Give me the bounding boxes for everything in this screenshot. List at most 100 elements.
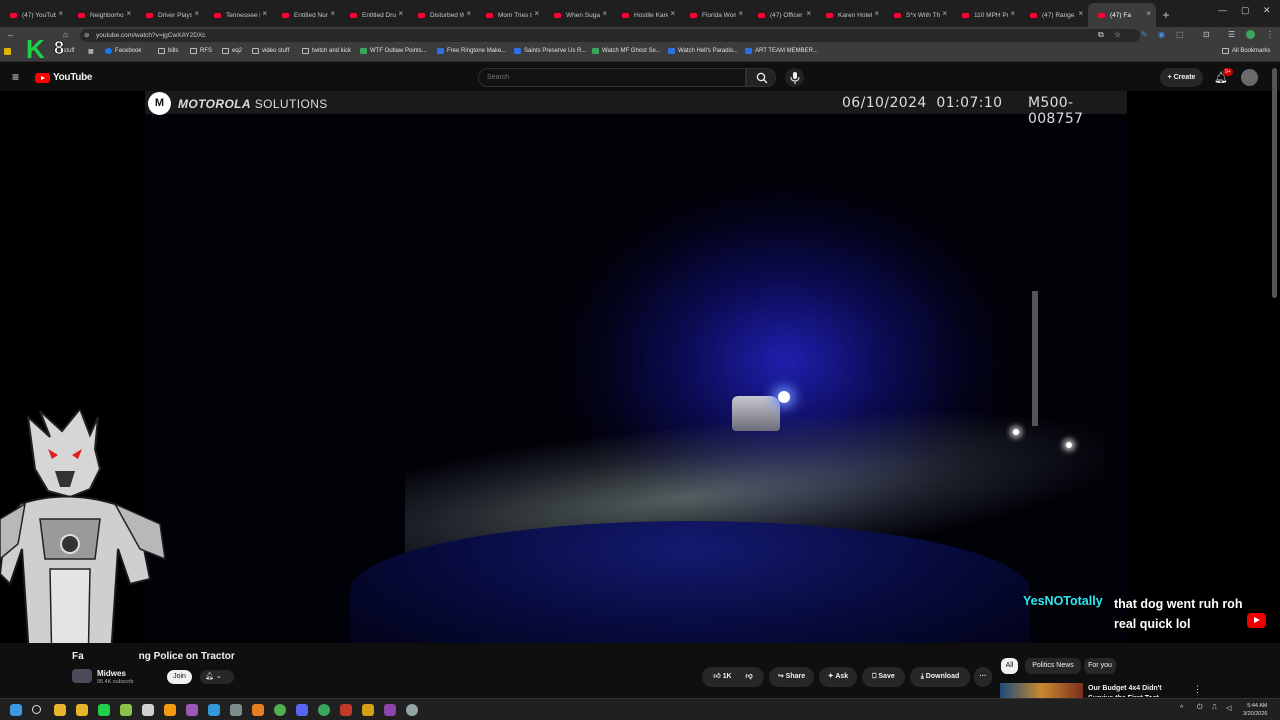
tab-close-icon[interactable]: × <box>806 9 811 18</box>
tab-close-icon[interactable]: × <box>942 9 947 18</box>
folder-icon[interactable] <box>4 48 11 55</box>
tab-close-icon[interactable]: × <box>58 9 63 18</box>
recommendation-menu-icon[interactable]: ⋮ <box>1193 684 1202 695</box>
recommendation-title[interactable]: Our Budget 4x4 Didn't Survive the First … <box>1088 684 1188 697</box>
tab-close-icon[interactable]: × <box>398 9 403 18</box>
browser-tab[interactable]: When Sugar × <box>544 3 612 27</box>
extension-icon[interactable]: ◉ <box>1158 30 1165 39</box>
filter-chip[interactable]: All <box>1001 658 1018 674</box>
discord-icon[interactable] <box>296 704 308 716</box>
browser-tab[interactable]: Disturbed W × <box>408 3 476 27</box>
search-button[interactable] <box>746 68 776 87</box>
video-player[interactable]: M MOTOROLA SOLUTIONS 06/10/2024 01:07:10… <box>0 91 1280 643</box>
bookmark-item[interactable]: Free Ringtone Make... <box>437 48 506 54</box>
tab-close-icon[interactable]: × <box>1146 9 1151 18</box>
app-icon[interactable] <box>186 704 198 716</box>
tray-chevron-icon[interactable]: ^ <box>1180 705 1183 712</box>
page-scrollbar[interactable] <box>1272 68 1277 298</box>
address-bar[interactable]: ⊜ youtube.com/watch?v=jgCwXAY2DXc <box>80 29 1140 42</box>
site-info-icon[interactable]: ⊜ <box>84 29 89 42</box>
minimize-icon[interactable]: — <box>1218 5 1227 15</box>
hamburger-menu-icon[interactable]: ≡ <box>12 70 19 84</box>
recommendation-thumbnail[interactable] <box>1000 683 1083 698</box>
browser-tab[interactable]: (47) Fa × <box>1088 3 1156 27</box>
new-tab-button[interactable]: + <box>1156 3 1176 27</box>
apps-grid-icon[interactable]: ▦ <box>88 48 94 55</box>
tab-close-icon[interactable]: × <box>330 9 335 18</box>
all-bookmarks[interactable]: All Bookmarks <box>1222 48 1270 54</box>
tray-icon[interactable]: ⏻ <box>1197 704 1203 712</box>
subscription-bell-button[interactable]: 🔔︎ ⌄ <box>200 670 234 684</box>
browser-tab[interactable]: Karen Hotel × <box>816 3 884 27</box>
sidepanel-icon[interactable]: ☰ <box>1228 30 1235 39</box>
system-clock[interactable]: 5:44 AM 3/20/2026 <box>1243 702 1267 718</box>
tab-close-icon[interactable]: × <box>126 9 131 18</box>
bookmark-item[interactable]: eq2 <box>222 48 242 54</box>
app-icon[interactable] <box>164 704 176 716</box>
maximize-icon[interactable]: ▢ <box>1241 5 1250 16</box>
tab-close-icon[interactable]: × <box>602 9 607 18</box>
back-icon[interactable]: ← <box>7 30 15 39</box>
browser-menu-icon[interactable]: ⋮ <box>1266 30 1274 39</box>
dislike-button[interactable]: 👎︎ <box>746 673 753 680</box>
share-button[interactable]: ↪ Share <box>769 667 814 687</box>
file-explorer-icon[interactable] <box>54 704 66 716</box>
bookmark-item[interactable]: Watch MF Ghost Se... <box>592 48 661 54</box>
voice-search-button[interactable] <box>785 68 804 87</box>
youtube-logo[interactable]: YouTube <box>35 72 93 83</box>
settings-icon[interactable] <box>406 704 418 716</box>
tab-close-icon[interactable]: × <box>262 9 267 18</box>
extension-icon[interactable]: ✎ <box>1141 30 1148 39</box>
browser-tab[interactable]: Mom Tries t × <box>476 3 544 27</box>
install-icon[interactable]: ⧉ <box>1098 30 1104 40</box>
channel-avatar[interactable] <box>72 669 92 683</box>
firefox-icon[interactable] <box>252 704 264 716</box>
filter-chip[interactable]: Politics News <box>1025 658 1081 674</box>
browser-tab[interactable]: (47) Officer × <box>748 3 816 27</box>
star-icon[interactable]: ☆ <box>1114 30 1121 39</box>
tab-close-icon[interactable]: × <box>738 9 743 18</box>
tab-close-icon[interactable]: × <box>874 9 879 18</box>
filter-chip[interactable]: For you <box>1084 658 1116 674</box>
app-icon[interactable] <box>98 704 110 716</box>
browser-tab[interactable]: S*x With Th × <box>884 3 952 27</box>
bookmark-item[interactable]: ART TEAM MEMBER... <box>745 48 818 54</box>
bookmark-item[interactable]: RFS <box>190 48 212 54</box>
tab-close-icon[interactable]: × <box>534 9 539 18</box>
app-icon[interactable] <box>318 704 330 716</box>
ask-button[interactable]: ✦ Ask <box>819 667 857 687</box>
browser-tab[interactable]: Driver Plays × <box>136 3 204 27</box>
account-avatar[interactable] <box>1241 69 1258 86</box>
tab-close-icon[interactable]: × <box>1010 9 1015 18</box>
bookmark-item[interactable]: WTF Outlaw Points... <box>360 48 427 54</box>
browser-tab[interactable]: 110 MPH Pu × <box>952 3 1020 27</box>
tab-close-icon[interactable]: × <box>670 9 675 18</box>
browser-tab[interactable]: Tennessee li × <box>204 3 272 27</box>
extensions-puzzle-icon[interactable]: ⬚ <box>1176 30 1184 39</box>
download-button[interactable]: ⤓ Download <box>910 667 970 687</box>
folder-icon[interactable] <box>76 704 88 716</box>
app-icon[interactable] <box>208 704 220 716</box>
browser-tab[interactable]: Entitled Nur × <box>272 3 340 27</box>
network-icon[interactable]: ⎍ <box>1212 704 1217 712</box>
browser-tab[interactable]: Neighborho × <box>68 3 136 27</box>
like-button[interactable]: 👍︎ 1K <box>713 673 731 680</box>
create-button[interactable]: + Create <box>1160 68 1203 87</box>
app-icon[interactable] <box>120 704 132 716</box>
volume-icon[interactable]: ◁ <box>1226 704 1231 712</box>
downloads-icon[interactable]: ⊡ <box>1203 30 1210 39</box>
tab-close-icon[interactable]: × <box>194 9 199 18</box>
join-button[interactable]: Join <box>167 670 192 684</box>
save-button[interactable]: ⎕ Save <box>862 667 905 687</box>
bookmark-item[interactable]: Facebook <box>105 48 141 54</box>
bookmark-item[interactable]: Watch Hell's Paradis... <box>668 48 738 54</box>
bookmark-item[interactable]: Saints Preserve Us R... <box>514 48 586 54</box>
app-icon[interactable] <box>340 704 352 716</box>
tab-close-icon[interactable]: × <box>466 9 471 18</box>
close-window-icon[interactable]: ✕ <box>1263 5 1271 16</box>
app-icon[interactable] <box>142 704 154 716</box>
browser-tab[interactable]: Florida Wom × <box>680 3 748 27</box>
browser-tab[interactable]: (47) YouTub × <box>0 3 68 27</box>
channel-name[interactable]: Midwes <box>97 669 126 678</box>
app-icon[interactable] <box>230 704 242 716</box>
